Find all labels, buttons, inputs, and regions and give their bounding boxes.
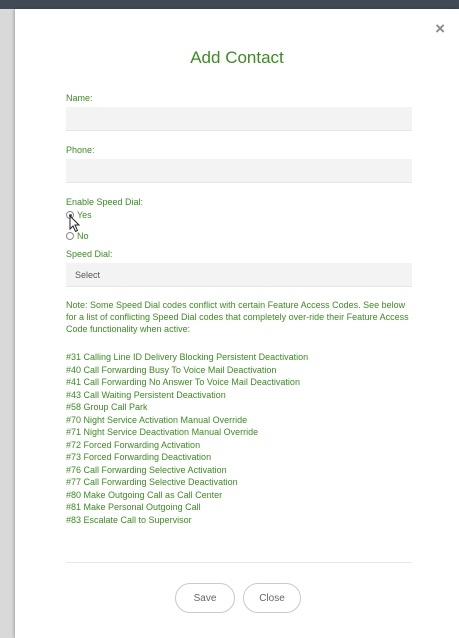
speed-dial-select[interactable]: Select (66, 263, 412, 287)
background-header-strip (0, 0, 459, 9)
speed-dial-conflict-note: Note: Some Speed Dial codes conflict wit… (66, 300, 409, 334)
name-label: Name: (66, 93, 93, 103)
phone-label: Phone: (66, 145, 95, 155)
list-item: #81 Make Personal Outgoing Call (66, 502, 201, 512)
list-item: #41 Call Forwarding No Answer To Voice M… (66, 377, 300, 387)
footer-divider (66, 562, 412, 563)
list-item: #71 Night Service Deactivation Manual Ov… (66, 427, 259, 437)
list-item: #80 Make Outgoing Call as Call Center (66, 489, 223, 500)
close-button[interactable]: Close (243, 583, 301, 613)
save-button[interactable]: Save (175, 583, 235, 613)
list-item: #77 Call Forwarding Selective Deactivati… (66, 477, 238, 487)
list-item: #43 Call Waiting Persistent Deactivation (66, 389, 226, 400)
enable-speed-dial-label: Enable Speed Dial: (66, 197, 144, 207)
list-item: #58 Group Call Park (66, 402, 148, 412)
name-input[interactable] (66, 107, 412, 131)
mouse-pointer-icon (69, 215, 81, 233)
modal-title: Add Contact (190, 48, 284, 67)
phone-input[interactable] (66, 159, 412, 183)
list-item: #40 Call Forwarding Busy To Voice Mail D… (66, 364, 277, 375)
list-item: #31 Calling Line ID Delivery Blocking Pe… (66, 352, 309, 362)
add-contact-modal: × Add Contact Name: Phone: Enable Speed … (15, 9, 459, 638)
list-item: #76 Call Forwarding Selective Activation (66, 464, 227, 475)
close-icon[interactable]: × (435, 20, 445, 37)
list-item: #83 Escalate Call to Supervisor (66, 514, 192, 525)
no-radio[interactable] (66, 232, 74, 240)
conflict-codes-list: #31 Calling Line ID Delivery Blocking Pe… (66, 351, 308, 526)
list-item: #73 Forced Forwarding Deactivation (66, 452, 212, 462)
list-item: #70 Night Service Activation Manual Over… (66, 414, 248, 425)
speed-dial-label: Speed Dial: (66, 249, 113, 259)
list-item: #72 Forced Forwarding Activation (66, 439, 201, 450)
